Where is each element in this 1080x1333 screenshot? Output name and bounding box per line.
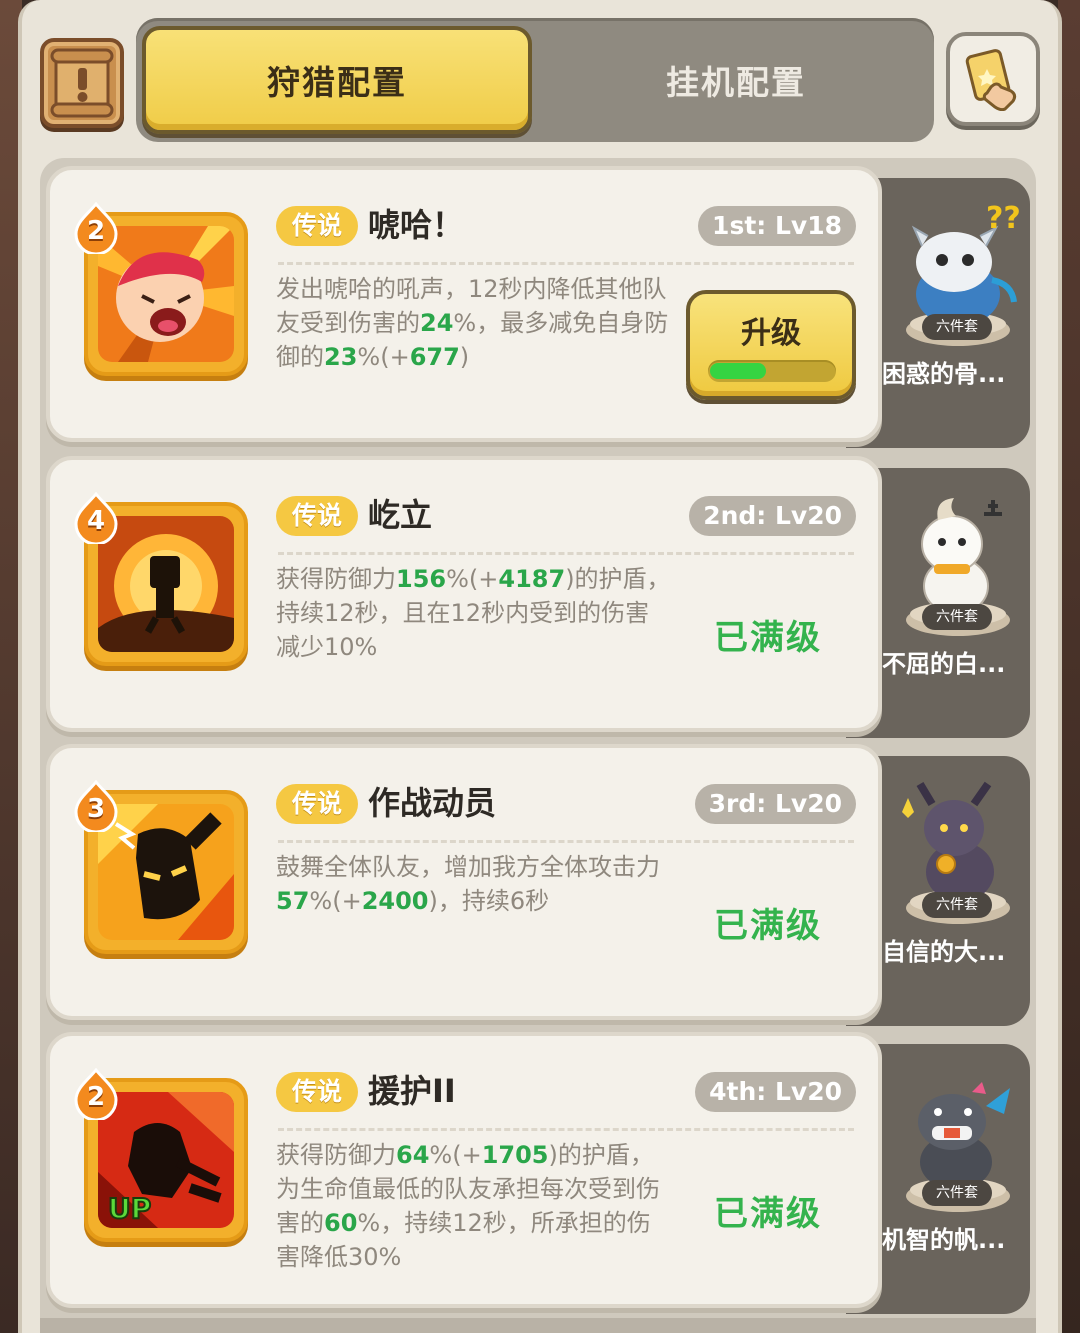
- pet-set-tag: 六件套: [922, 604, 992, 630]
- rarity-badge: 传说: [276, 496, 359, 536]
- svg-text:??: ??: [986, 201, 1021, 236]
- skill-count-badge: 4: [74, 491, 118, 546]
- divider: [278, 1128, 854, 1131]
- skill-name: 作战动员: [368, 784, 497, 822]
- pet-set-tag: 六件套: [922, 1180, 992, 1206]
- rarity-badge: 传说: [276, 784, 359, 824]
- skill-description: 获得防御力64%(+1705)的护盾，为生命值最低的队友承担每次受到伤害的60%…: [276, 1141, 660, 1271]
- max-level-label: 已满级: [714, 618, 822, 658]
- card-guide-button[interactable]: [946, 32, 1040, 126]
- guarding-figure-icon: UP: [98, 1092, 234, 1228]
- skill-count-badge: 2: [74, 201, 118, 256]
- skill-card[interactable]: UP 2 传说 援护II 4th: Lv20 获得防御力64%(+1705)的护…: [46, 1032, 882, 1308]
- max-level-label: 已满级: [714, 906, 822, 946]
- skill-row: UP 2 传说 援护II 4th: Lv20 获得防御力64%(+1705)的护…: [46, 1032, 1030, 1314]
- rally-figure-icon: [98, 804, 234, 940]
- upgrade-progress-fill: [710, 363, 766, 379]
- divider: [278, 552, 854, 555]
- pet-name: 不屈的白...: [882, 650, 1006, 678]
- skill-row: 3 传说 作战动员 3rd: Lv20 鼓舞全体队友，增加我方全体攻击力57%(…: [46, 744, 1030, 1026]
- pet-name: 机智的帆...: [882, 1226, 1006, 1254]
- pet-name: 自信的大...: [882, 938, 1006, 966]
- pet-name: 困惑的骨...: [882, 360, 1006, 388]
- slot-level-badge: 2nd: Lv20: [689, 496, 856, 536]
- skill-description: 获得防御力156%(+4187)的护盾，持续12秒，且在12秒内受到的伤害减少1…: [276, 565, 671, 661]
- skill-row: 2 传说 唬哈！ 1st: Lv18 发出唬哈的吼声，12秒内降低其他队友受到伤…: [46, 166, 1030, 448]
- scroll-exclaim-button[interactable]: [40, 38, 124, 128]
- slot-level-badge: 3rd: Lv20: [694, 784, 856, 824]
- tab-bar: 狩猎配置 挂机配置: [136, 18, 934, 142]
- hand-card-icon: [965, 49, 1017, 111]
- max-level-label: 已满级: [714, 1194, 822, 1234]
- pet-set-tag: 六件套: [922, 892, 992, 918]
- rarity-badge: 传说: [276, 1072, 359, 1112]
- upgrade-progress-bar: [708, 360, 836, 382]
- skill-description: 鼓舞全体队友，增加我方全体攻击力57%(+2400)，持续6秒: [276, 853, 660, 915]
- divider: [278, 840, 854, 843]
- tab-idle-config[interactable]: 挂机配置: [556, 26, 916, 134]
- skill-card[interactable]: 4 传说 屹立 2nd: Lv20 获得防御力156%(+4187)的护盾，持续…: [46, 456, 882, 732]
- skill-count-badge: 3: [74, 779, 118, 834]
- skill-name: 屹立: [368, 496, 433, 534]
- skill-card[interactable]: 2 传说 唬哈！ 1st: Lv18 发出唬哈的吼声，12秒内降低其他队友受到伤…: [46, 166, 882, 442]
- slot-level-badge: 1st: Lv18: [698, 206, 856, 246]
- standing-figure-shield-icon: [98, 516, 234, 652]
- skill-name: 援护II: [368, 1072, 456, 1110]
- tab-hunt-config[interactable]: 狩猎配置: [142, 26, 532, 134]
- upgrade-button[interactable]: 升级: [686, 290, 856, 400]
- slot-level-badge: 4th: Lv20: [695, 1072, 856, 1112]
- upgrade-label: 升级: [741, 316, 801, 351]
- divider: [278, 262, 854, 265]
- skill-row: 4 传说 屹立 2nd: Lv20 获得防御力156%(+4187)的护盾，持续…: [46, 456, 1030, 738]
- skill-count-badge: 2: [74, 1067, 118, 1122]
- list-bottom-edge: [40, 1318, 1036, 1333]
- scroll-exclaim-icon: [50, 48, 114, 118]
- pet-set-tag: 六件套: [922, 314, 992, 340]
- up-badge: UP: [108, 1192, 151, 1225]
- skill-name: 唬哈！: [368, 206, 465, 244]
- rarity-badge: 传说: [276, 206, 359, 246]
- skill-card[interactable]: 3 传说 作战动员 3rd: Lv20 鼓舞全体队友，增加我方全体攻击力57%(…: [46, 744, 882, 1020]
- shouting-face-icon: [98, 226, 234, 362]
- skill-description: 发出唬哈的吼声，12秒内降低其他队友受到伤害的24%，最多减免自身防御的23%(…: [276, 275, 669, 371]
